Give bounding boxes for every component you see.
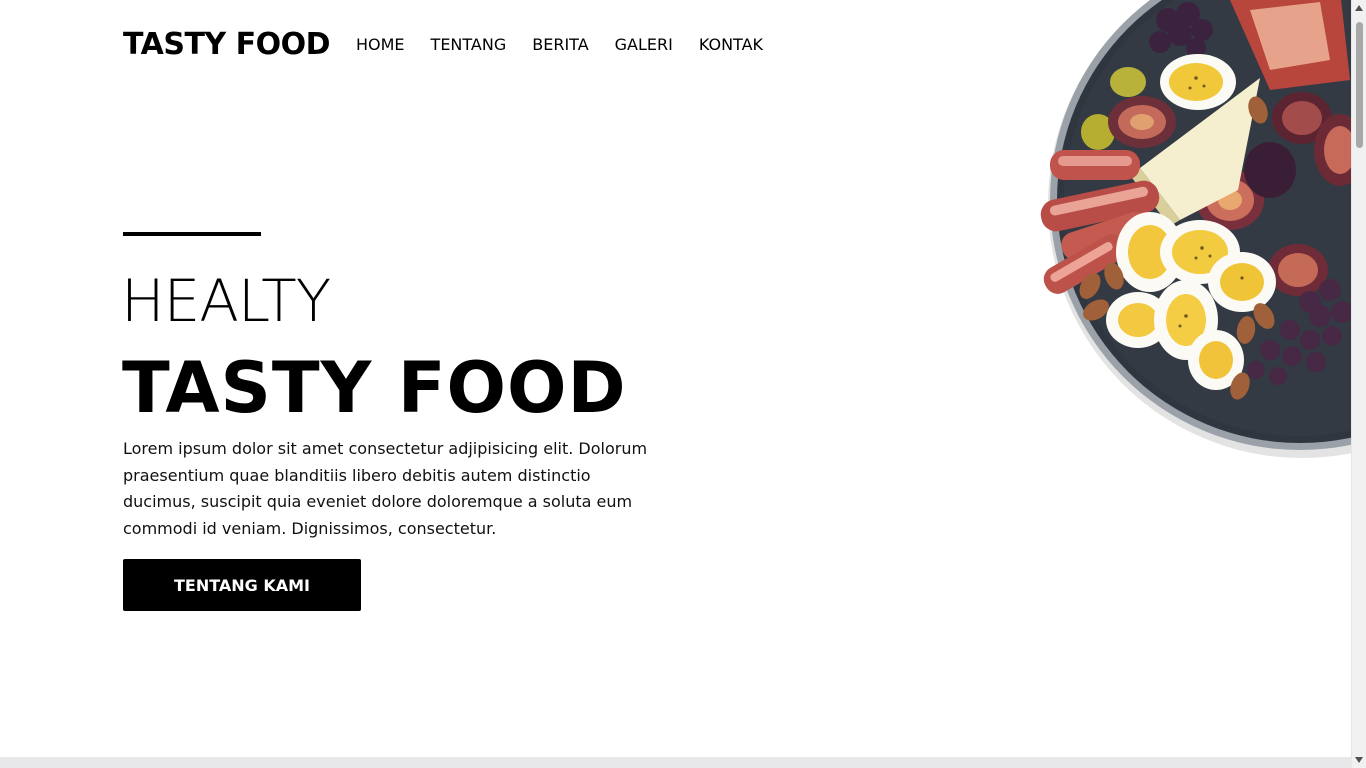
scroll-up-arrow-icon[interactable] [1355, 5, 1363, 11]
main-nav: HOME TENTANG BERITA GALERI KONTAK [356, 33, 789, 57]
hero-subtitle: HEALTY [121, 267, 331, 335]
brand-logo[interactable]: TASTY FOOD [123, 26, 331, 64]
nav-kontak[interactable]: KONTAK [699, 33, 763, 57]
nav-tentang[interactable]: TENTANG [431, 33, 507, 57]
nav-home[interactable]: HOME [356, 33, 405, 57]
food-plate-image [1020, 0, 1351, 470]
horizontal-scrollbar[interactable] [0, 757, 1351, 768]
nav-berita[interactable]: BERITA [532, 33, 588, 57]
vertical-scrollbar[interactable] [1351, 0, 1366, 768]
scroll-down-arrow-icon[interactable] [1355, 757, 1363, 763]
nav-galeri[interactable]: GALERI [615, 33, 673, 57]
page: TASTY FOOD HOME TENTANG BERITA GALERI KO… [0, 0, 1366, 768]
hero-description: Lorem ipsum dolor sit amet consectetur a… [123, 439, 648, 538]
scrollbar-thumb[interactable] [1356, 22, 1363, 148]
food-plate-icon [1040, 0, 1351, 458]
about-us-button[interactable]: TENTANG KAMI [123, 559, 361, 611]
hero-divider [123, 232, 261, 236]
hero-title: TASTY FOOD [122, 347, 627, 429]
